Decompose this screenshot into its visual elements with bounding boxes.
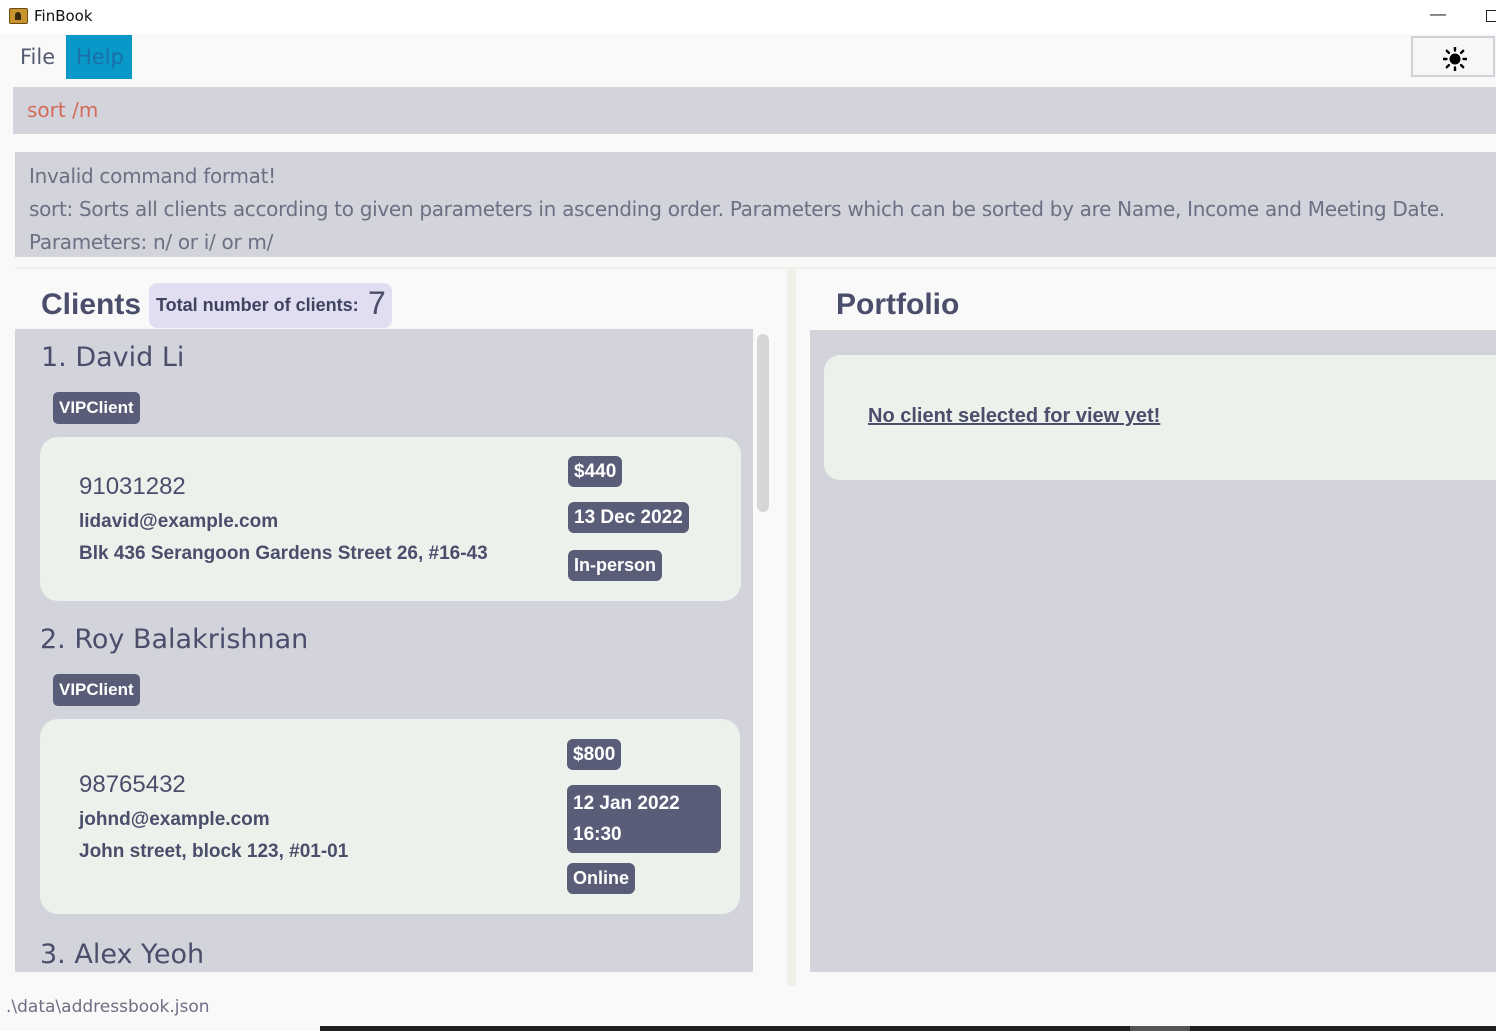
finbook-window: FinBook — File Help sort /m Invalid comm…	[0, 0, 1496, 1031]
title-bar: FinBook —	[0, 0, 1496, 34]
total-clients-badge: Total number of clients: 7	[149, 283, 392, 328]
result-line: Invalid command format!	[29, 164, 276, 188]
menu-bar: File Help	[0, 35, 1496, 79]
app-logo-icon	[9, 8, 28, 24]
client-address: Blk 436 Serangoon Gardens Street 26, #16…	[79, 543, 488, 564]
client-name[interactable]: 3. Alex Yeoh	[40, 939, 204, 970]
client-meeting-date-day: 12 Jan 2022	[573, 793, 680, 814]
client-address: John street, block 123, #01-01	[79, 841, 349, 862]
client-name[interactable]: 2. Roy Balakrishnan	[40, 624, 308, 655]
status-bar: .\data\addressbook.json	[0, 988, 1496, 1026]
divider	[15, 267, 1496, 269]
client-meeting-time: 16:30	[573, 824, 622, 845]
client-email: lidavid@example.com	[79, 511, 279, 532]
total-clients-count: 7	[368, 285, 386, 321]
menu-help[interactable]: Help	[66, 35, 132, 79]
client-phone: 98765432	[79, 771, 186, 798]
panel-divider[interactable]	[787, 268, 796, 986]
menu-file[interactable]: File	[10, 35, 65, 79]
client-list-scrollbar[interactable]	[757, 334, 769, 512]
total-clients-label: Total number of clients:	[156, 295, 359, 315]
client-card[interactable]: 98765432 johnd@example.com John street, …	[40, 719, 740, 914]
client-email: johnd@example.com	[79, 809, 270, 830]
taskbar-strip-highlight	[1130, 1026, 1190, 1031]
theme-toggle-button[interactable]	[1411, 36, 1495, 77]
portfolio-title: Portfolio	[836, 288, 960, 321]
minimize-button[interactable]: —	[1428, 3, 1448, 27]
client-card[interactable]: 91031282 lidavid@example.com Blk 436 Ser…	[40, 437, 741, 601]
client-name[interactable]: 1. David Li	[41, 342, 184, 373]
client-meeting-date: 12 Jan 2022 16:30	[567, 785, 721, 853]
sun-icon	[1443, 47, 1467, 71]
window-title: FinBook	[34, 7, 93, 25]
maximize-button[interactable]	[1486, 10, 1496, 22]
result-line: Parameters: n/ or i/ or m/	[29, 230, 274, 254]
portfolio-empty-message: No client selected for view yet!	[868, 405, 1161, 427]
result-display: Invalid command format! sort: Sorts all …	[15, 152, 1496, 257]
command-box[interactable]: sort /m	[13, 87, 1496, 134]
result-line: sort: Sorts all clients according to giv…	[29, 197, 1445, 221]
command-input[interactable]: sort /m	[27, 87, 98, 134]
client-meeting-date: 13 Dec 2022	[568, 502, 689, 533]
client-list[interactable]: 1. David Li VIPClient 91031282 lidavid@e…	[15, 329, 753, 972]
portfolio-card: No client selected for view yet!	[824, 355, 1496, 480]
portfolio-panel: No client selected for view yet!	[810, 330, 1496, 972]
clients-title: Clients	[41, 288, 142, 321]
client-income: $440	[568, 456, 623, 487]
status-file-path: .\data\addressbook.json	[6, 997, 210, 1017]
client-meeting-mode: Online	[567, 863, 636, 894]
client-tag: VIPClient	[53, 392, 140, 424]
client-income: $800	[567, 739, 622, 770]
taskbar-strip	[320, 1026, 1496, 1031]
clients-panel: Clients Total number of clients: 7 1. Da…	[15, 270, 785, 985]
client-tag: VIPClient	[53, 674, 140, 706]
client-meeting-mode: In-person	[568, 550, 663, 581]
client-phone: 91031282	[79, 473, 186, 500]
